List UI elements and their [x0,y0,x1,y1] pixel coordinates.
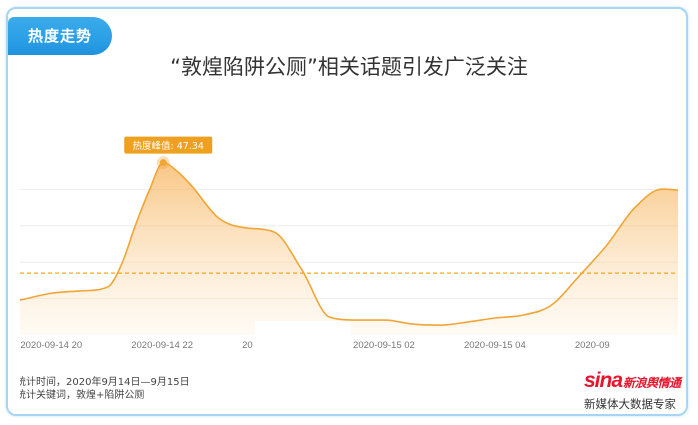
chart-title: “敦煌陷阱公厕”相关话题引发广泛关注 [170,55,528,79]
peak-annotation: 热度峰值: 47.34 [133,140,204,152]
brand-name: 新浪舆情通 [623,376,681,390]
x-tick-label: 2020-09 [575,340,610,351]
brand-logo: sina 新浪舆情通 [584,369,681,395]
footer-stat-time: 统计时间，2020年9月14日—9月15日 [20,376,240,389]
x-tick-label: 20 [242,340,253,351]
footer-stat-time-text: 统计时间，2020年9月14日—9月15日 [20,377,190,388]
series-area [20,162,678,335]
trend-chart: 2020-09-14 20 2020-09-14 22 20 2020-09-15 0… [19,136,679,361]
footer-stat-keywords: 统计关键词，敦煌+陷阱公厕 [20,389,240,402]
sina-logo: sina [584,369,623,392]
peak-marker [159,159,167,167]
x-tick-label: 2020-09-14 20 [20,340,82,351]
x-tick-label: 2020-09-15 04 [464,340,526,351]
brand-tagline: 新媒体大数据专家 [584,397,676,411]
footer-stat-keywords-text: 统计关键词，敦煌+陷阱公厕 [20,390,145,401]
x-tick-label: 2020-09-15 02 [353,340,415,351]
x-tick-label: 2020-09-14 22 [131,340,193,351]
occlusion-patch [255,321,351,361]
